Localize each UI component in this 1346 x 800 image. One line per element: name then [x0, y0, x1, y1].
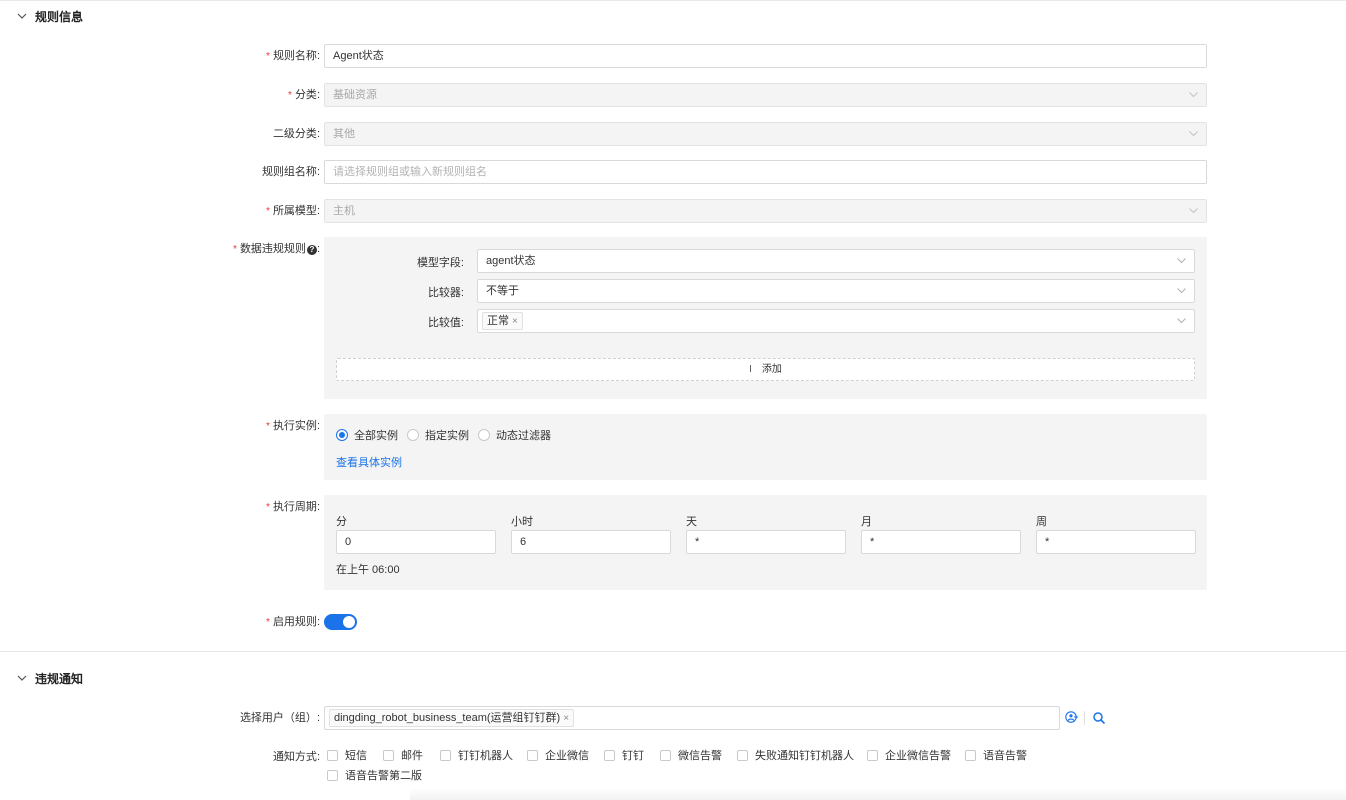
section-title: 违规通知	[35, 671, 84, 686]
checkbox-icon	[737, 749, 748, 761]
cron-minute-label: 分	[336, 516, 347, 528]
chevron-down-icon	[1177, 258, 1186, 264]
checkbox-voice-alert[interactable]: 语音告警	[965, 747, 1027, 763]
model-field-label: 模型字段:	[416, 257, 464, 269]
checkbox-wechat-alert[interactable]: 微信告警	[660, 747, 722, 763]
user-tag: dingding_robot_business_team(运营组钉钉群) ×	[329, 709, 575, 727]
model-select[interactable]: 主机	[324, 199, 1207, 223]
cron-day-label: 天	[686, 516, 697, 528]
view-instances-link[interactable]: 查看具体实例	[336, 454, 402, 470]
radio-icon	[478, 429, 490, 441]
radio-specified-instances[interactable]: 指定实例	[407, 427, 469, 443]
checkbox-dingtalk[interactable]: 钉钉	[604, 747, 644, 763]
checkbox-sms[interactable]: 短信	[327, 747, 367, 763]
checkbox-wecom-alert[interactable]: 企业微信告警	[867, 747, 951, 763]
close-icon[interactable]: ×	[512, 316, 518, 327]
icon-separator	[1084, 711, 1085, 725]
rule-group-input[interactable]: 请选择规则组或输入新规则组名	[324, 160, 1207, 184]
section-divider	[0, 651, 1346, 652]
cron-week-label: 周	[1036, 516, 1047, 528]
chevron-down-icon	[1177, 318, 1186, 324]
notify-methods-label: 通知方式:	[272, 751, 320, 763]
footer-shadow	[410, 788, 1346, 800]
checkbox-icon	[965, 749, 976, 761]
checkbox-dingtalk-robot[interactable]: 钉钉机器人	[440, 747, 513, 763]
radio-checked-icon	[336, 429, 348, 441]
sub-category-select[interactable]: 其他	[324, 122, 1207, 146]
chevron-down-icon	[17, 13, 27, 19]
violation-rule-label: * 数据违规规则?:	[233, 243, 320, 255]
section-header-notify[interactable]: 违规通知	[0, 662, 1346, 694]
radio-icon	[407, 429, 419, 441]
checkbox-voice-alert-v2[interactable]: 语音告警第二版	[327, 767, 422, 783]
cron-description: 在上午 06:00	[336, 564, 400, 576]
model-label: * 所属模型:	[266, 205, 320, 217]
exec-period-panel: 分 0 小时 6 天 * 月 * 周 * 在上午 06:00	[324, 495, 1207, 590]
compare-value-select[interactable]: 正常 ×	[477, 309, 1195, 333]
radio-all-instances[interactable]: 全部实例	[336, 427, 398, 443]
rule-group-label: 规则组名称:	[261, 166, 320, 178]
exec-period-label: * 执行周期:	[266, 501, 320, 513]
category-value: 基础资源	[333, 89, 377, 101]
rule-name-input[interactable]: Agent状态	[324, 44, 1207, 68]
chevron-down-icon	[17, 675, 27, 681]
select-user-input[interactable]: dingding_robot_business_team(运营组钉钉群) ×	[324, 706, 1060, 730]
chevron-down-icon	[1177, 288, 1186, 294]
cron-week-input[interactable]: *	[1036, 530, 1196, 554]
comparator-select[interactable]: 不等于	[477, 279, 1195, 303]
category-label: * 分类:	[288, 89, 320, 101]
model-field-value: agent状态	[486, 255, 536, 267]
checkbox-email[interactable]: 邮件	[383, 747, 423, 763]
chevron-down-icon	[1189, 131, 1198, 137]
model-value: 主机	[333, 205, 355, 217]
checkbox-icon	[527, 749, 538, 761]
comparator-value: 不等于	[486, 285, 519, 297]
cron-day-input[interactable]: *	[686, 530, 846, 554]
sub-category-value: 其他	[333, 128, 355, 140]
cron-hour-input[interactable]: 6	[511, 530, 671, 554]
checkbox-icon	[867, 749, 878, 761]
sub-category-label: 二级分类:	[272, 128, 320, 140]
section-header-rule-info[interactable]: 规则信息	[0, 0, 1346, 32]
close-icon[interactable]: ×	[563, 713, 569, 724]
enable-rule-label: * 启用规则:	[266, 616, 320, 628]
checkbox-icon	[383, 749, 394, 761]
cron-hour-label: 小时	[511, 516, 533, 528]
enable-rule-toggle[interactable]	[324, 614, 357, 630]
exec-instance-panel: 全部实例 指定实例 动态过滤器 查看具体实例	[324, 414, 1207, 480]
compare-value-label: 比较值:	[427, 317, 464, 329]
violation-rule-panel: 模型字段: agent状态 比较器: 不等于 比较值: 正常 × I 添加	[324, 237, 1207, 399]
cron-month-label: 月	[861, 516, 872, 528]
section-title: 规则信息	[35, 9, 84, 24]
checkbox-icon	[660, 749, 671, 761]
question-circle-icon[interactable]: ?	[306, 245, 317, 255]
rule-name-label: * 规则名称:	[266, 50, 320, 62]
exec-instance-label: * 执行实例:	[266, 420, 320, 432]
add-condition-button[interactable]: I 添加	[336, 358, 1195, 381]
cron-minute-input[interactable]: 0	[336, 530, 496, 554]
model-field-select[interactable]: agent状态	[477, 249, 1195, 273]
comparator-label: 比较器:	[427, 287, 464, 299]
checkbox-icon	[440, 749, 451, 761]
search-icon[interactable]	[1092, 711, 1106, 725]
radio-dynamic-filter[interactable]: 动态过滤器	[478, 427, 551, 443]
chevron-down-icon	[1189, 92, 1198, 98]
cron-month-input[interactable]: *	[861, 530, 1021, 554]
chevron-down-icon	[1189, 208, 1198, 214]
user-group-icon[interactable]	[1065, 711, 1079, 725]
checkbox-icon	[604, 749, 615, 761]
select-user-label: 选择用户（组）:	[239, 712, 320, 724]
plus-icon: I	[749, 364, 752, 375]
checkbox-fail-dingtalk-robot[interactable]: 失败通知钉钉机器人	[737, 747, 854, 763]
compare-value-tag: 正常 ×	[482, 312, 523, 330]
checkbox-icon	[327, 749, 338, 761]
category-select[interactable]: 基础资源	[324, 83, 1207, 107]
checkbox-wecom[interactable]: 企业微信	[527, 747, 589, 763]
checkbox-icon	[327, 769, 338, 781]
